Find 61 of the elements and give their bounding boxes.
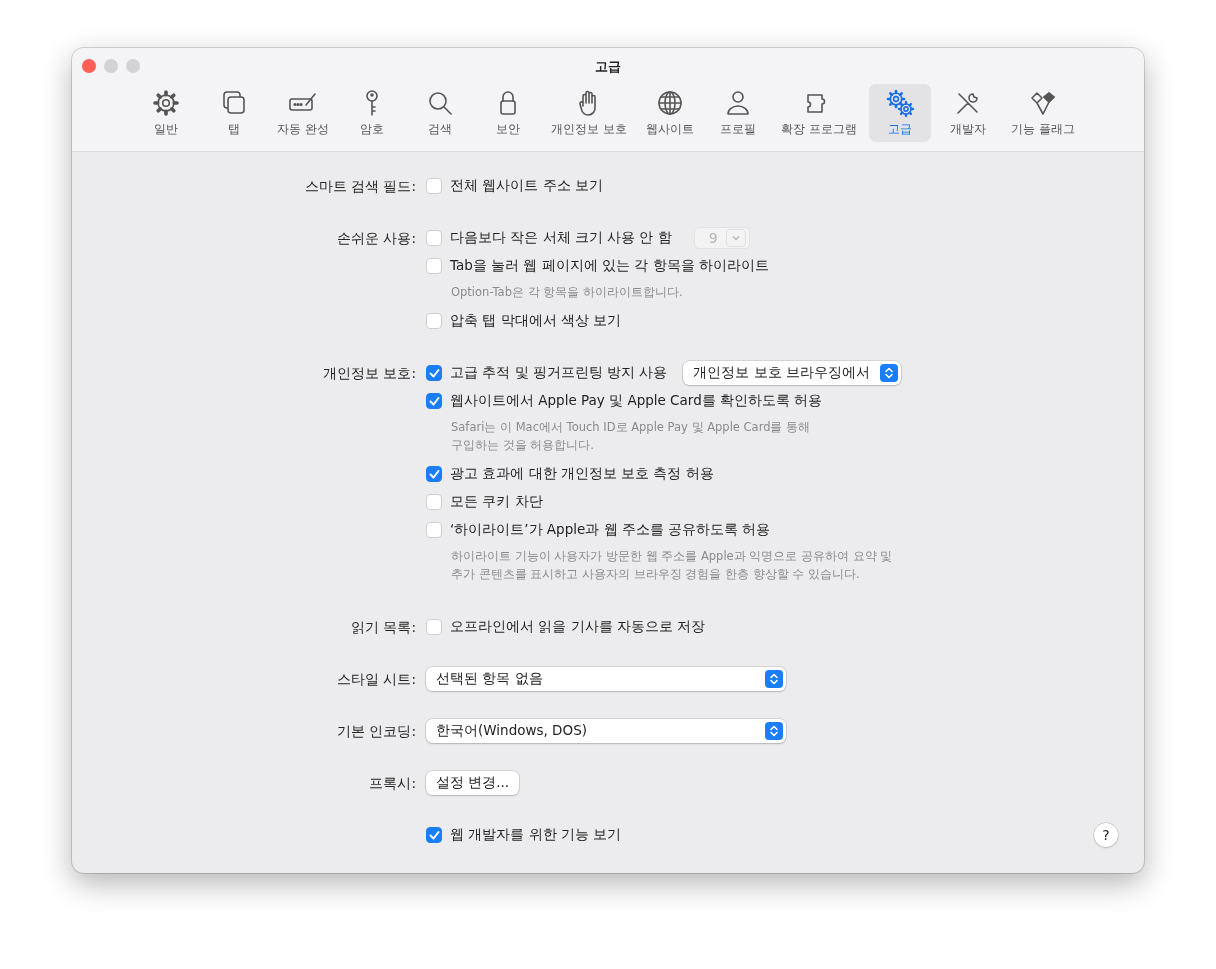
checkbox-option[interactable]: Tab을 눌러 웹 페이지에 있는 각 항목을 하이라이트 <box>426 257 769 275</box>
hint-text: 하이라이트 기능이 사용자가 방문한 웹 주소를 Apple과 익명으로 공유하여 요약 및 추가 콘텐츠를 표시하고 사용자의 브라우징 경험을 한층 향상할 수 있습니다. <box>450 548 894 583</box>
toolbar-tab[interactable]: 웹사이트 <box>639 84 701 142</box>
checkbox-option[interactable]: 웹사이트에서 Apple Pay 및 Apple Card를 확인하도록 허용 <box>426 392 823 410</box>
toolbar-tab[interactable]: 프로필 <box>707 84 769 142</box>
checkbox-option[interactable]: 모든 쿠키 차단 <box>426 493 543 511</box>
checkbox[interactable] <box>426 466 442 482</box>
zoom-button[interactable] <box>126 59 140 73</box>
checkbox[interactable] <box>426 393 442 409</box>
section-label: 손쉬운 사용: <box>336 229 416 248</box>
toolbar-tab[interactable]: 일반 <box>135 84 198 142</box>
gear-icon <box>151 88 182 118</box>
section-label: 스마트 검색 필드: <box>303 177 416 196</box>
checkbox-option[interactable]: ‘하이라이트’가 Apple과 웹 주소를 공유하도록 허용 <box>426 521 771 539</box>
checkbox[interactable] <box>426 365 442 381</box>
toolbar-tab[interactable]: 고급 <box>868 84 931 142</box>
checkbox[interactable] <box>426 827 442 843</box>
hint-text: Option-Tab은 각 항목을 하이라이트합니다. <box>450 284 684 301</box>
up-down-arrows-icon <box>769 673 779 685</box>
toolbar-tab[interactable]: 탭 <box>203 84 266 142</box>
checkbox[interactable] <box>426 313 442 329</box>
checkbox-option[interactable]: 다음보다 작은 서체 크기 사용 안 함 <box>426 229 672 247</box>
checkbox[interactable] <box>426 522 442 538</box>
checkbox-option[interactable]: 오프라인에서 읽을 기사를 자동으로 저장 <box>426 618 706 636</box>
globe-icon <box>655 88 685 118</box>
window-title: 고급 <box>595 58 621 76</box>
checkbox-option[interactable]: 광고 효과에 대한 개인정보 보호 측정 허용 <box>426 465 714 483</box>
checkbox[interactable] <box>426 494 442 510</box>
toolbar-tab[interactable]: 개발자 <box>936 84 999 142</box>
popup-menu[interactable]: 개인정보 보호 브라우징에서 <box>683 361 902 385</box>
checkbox[interactable] <box>426 230 442 246</box>
close-button[interactable] <box>82 59 96 73</box>
up-down-arrows-icon <box>769 725 779 737</box>
toolbar-tab[interactable]: 개인정보 보호 <box>545 84 633 142</box>
up-down-arrows-icon <box>884 367 895 379</box>
gears-icon <box>884 88 915 118</box>
checkbox-option[interactable]: 전체 웹사이트 주소 보기 <box>426 177 603 195</box>
toolbar-tab[interactable]: 기능 플래그 <box>1004 84 1081 142</box>
toolbar-tab[interactable]: 보안 <box>477 84 540 142</box>
hint-text: Safari는 이 Mac에서 Touch ID로 Apple Pay 및 Apple Card를 통해 구입하는 것을 허용합니다. <box>450 419 812 454</box>
section-label: 개인정보 보호: <box>322 364 416 383</box>
checkbox-option[interactable]: 웹 개발자를 위한 기능 보기 <box>426 826 622 844</box>
popup-menu[interactable]: 한국어(Windows, DOS) <box>426 719 786 743</box>
section-label: 읽기 목록: <box>350 618 416 637</box>
toolbar-tab[interactable]: 검색 <box>409 84 472 142</box>
toolbar-tab[interactable]: 확장 프로그램 <box>775 84 863 142</box>
checkbox-option[interactable]: 고급 추적 및 핑거프린팅 방지 사용 <box>426 364 668 382</box>
popup-menu[interactable]: 선택된 항목 없음 <box>426 667 786 691</box>
chevron-down-icon <box>731 235 740 241</box>
checkbox[interactable] <box>426 619 442 635</box>
change-settings-button[interactable]: 설정 변경... <box>426 771 520 795</box>
section-label: 기본 인코딩: <box>336 722 416 741</box>
toolbar-tab[interactable]: 자동 완성 <box>271 84 336 142</box>
checkbox-option[interactable]: 압축 탭 막대에서 색상 보기 <box>426 312 622 330</box>
checkbox[interactable] <box>426 178 442 194</box>
section-label: 스타일 시트: <box>336 670 416 689</box>
help-button[interactable]: ? <box>1094 823 1118 847</box>
minimize-button[interactable] <box>104 59 118 73</box>
toolbar-tab[interactable]: 암호 <box>341 84 404 142</box>
checkbox[interactable] <box>426 258 442 274</box>
section-label: 프록시: <box>368 774 416 793</box>
